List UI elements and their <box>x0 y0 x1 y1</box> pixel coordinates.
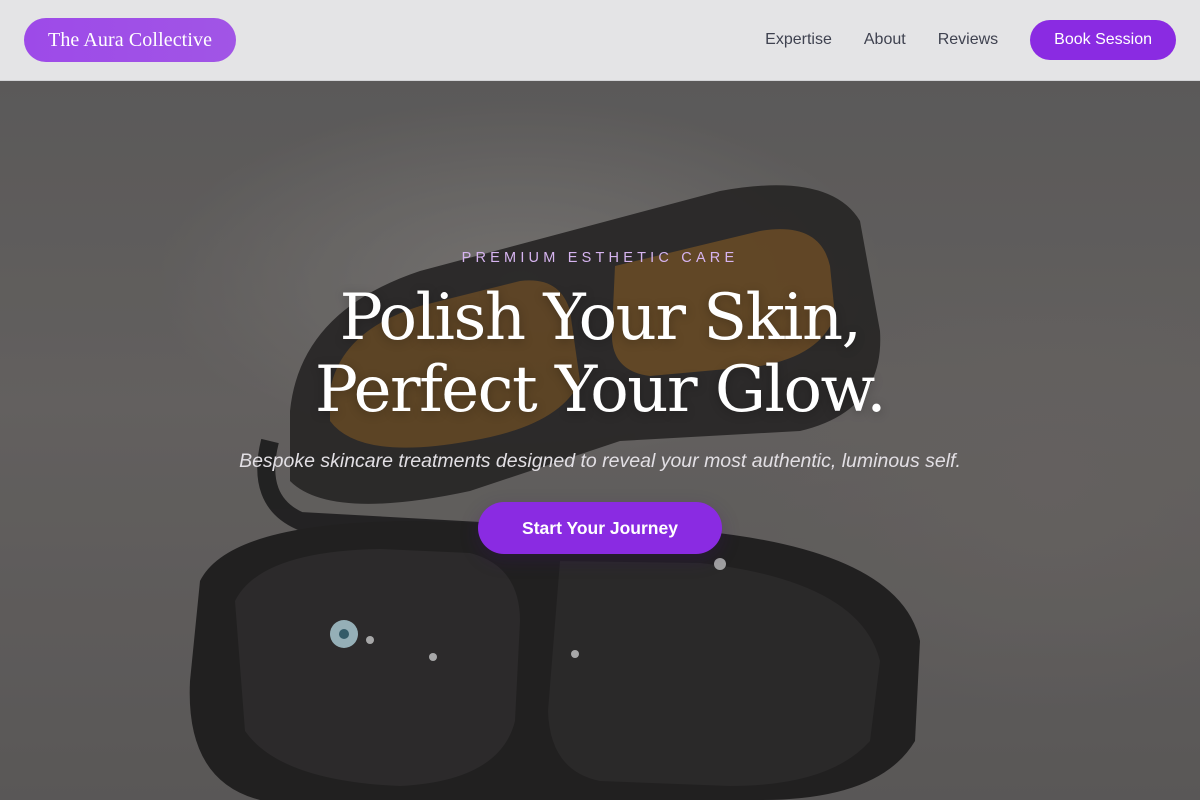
site-header: The Aura Collective Expertise About Revi… <box>0 0 1200 81</box>
start-journey-button[interactable]: Start Your Journey <box>478 502 722 554</box>
hero-subtitle: Bespoke skincare treatments designed to … <box>239 450 961 472</box>
nav-link-reviews[interactable]: Reviews <box>938 31 998 49</box>
book-session-button[interactable]: Book Session <box>1030 20 1176 60</box>
hero-headline-line1: Polish Your Skin, <box>339 281 862 355</box>
hero-content: PREMIUM ESTHETIC CARE Polish Your Skin, … <box>0 81 1200 800</box>
hero-headline-line2: Perfect Your Glow. <box>314 353 887 427</box>
brand-logo[interactable]: The Aura Collective <box>24 18 237 62</box>
main-nav: Expertise About Reviews Book Session <box>733 20 1176 60</box>
nav-link-about[interactable]: About <box>864 31 906 49</box>
hero-headline: Polish Your Skin, Perfect Your Glow. <box>314 281 887 427</box>
nav-link-expertise[interactable]: Expertise <box>765 31 832 49</box>
hero-eyebrow: PREMIUM ESTHETIC CARE <box>461 250 739 266</box>
